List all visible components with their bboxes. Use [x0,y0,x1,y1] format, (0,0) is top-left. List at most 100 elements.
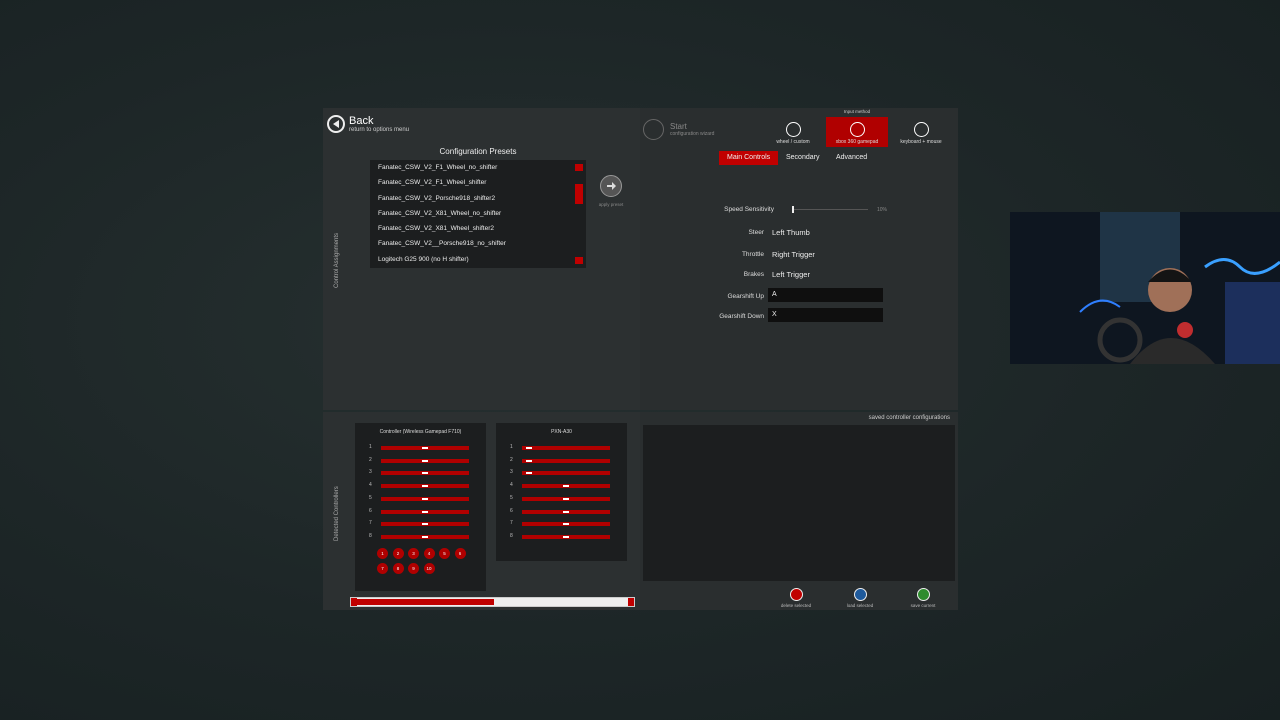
input-gamepad-button[interactable]: xbox 360 gamepad [826,117,888,147]
steer-label: Steer [748,229,764,236]
axis-bar [381,509,469,514]
axis-number: 2 [369,456,372,463]
axis-bar [522,522,610,527]
presets-scrollbar[interactable] [575,164,583,264]
axis-bar [381,471,469,476]
controller-button-indicator: 7 [377,563,388,574]
gearshift-up-field[interactable]: A [768,288,883,302]
delete-icon [789,588,803,601]
list-item[interactable]: Fanatec_CSW_V2__Porsche918_no_shifter [370,236,586,251]
axis-level-marker [563,485,569,488]
detected-controllers-label: Detected Controllers [334,486,340,541]
input-method-label: Input method [843,109,871,114]
controller-button-indicator: 1 [377,548,388,559]
tab-advanced[interactable]: Advanced [828,151,875,165]
saved-configs-title: saved controller configurations [868,415,950,421]
apply-arrow-icon[interactable] [600,175,622,197]
axis-number: 4 [369,482,372,489]
gearshift-up-label: Gearshift Up [727,293,765,300]
axis-number: 3 [510,469,513,476]
axis-number: 1 [369,444,372,450]
gearshift-down-field[interactable]: X [768,308,883,322]
axis-level-marker [563,523,569,526]
save-icon [916,588,930,601]
control-assignments-label: Control Assignments [334,232,340,288]
axis-bar [522,496,610,501]
list-item[interactable]: Logitech G25 900 (no H shifter) [370,252,586,267]
controller-button-indicator: 5 [439,548,450,559]
list-item[interactable]: Fanatec_CSW_V2_F1_Wheel_shifter [370,175,586,190]
speed-sensitivity-slider[interactable] [792,206,868,213]
saved-configs-list[interactable] [643,425,955,581]
controller-button-indicator: 9 [408,563,419,574]
list-item[interactable]: Fanatec_CSW_V2_F1_Wheel_no_shifter [370,160,586,175]
axis-number: 5 [510,494,513,501]
axis-bar [381,484,469,489]
axis-number: 6 [369,507,372,514]
scroll-thumb[interactable] [575,184,583,204]
axis-number: 5 [369,494,372,501]
steer-value[interactable]: Left Thumb [772,228,810,237]
axis-level-marker [422,535,428,538]
axis-number: 8 [510,532,513,539]
load-selected-button[interactable]: load selected [835,588,885,608]
axis-level-marker [526,459,532,462]
progress-bar-right-cap [628,598,634,606]
slider-thumb[interactable] [792,206,794,213]
brakes-label: Brakes [743,271,764,278]
axis-level-marker [422,472,428,475]
axis-level-marker [422,510,428,513]
back-arrow-icon[interactable] [327,115,345,133]
axis-bar [381,458,469,463]
save-current-button[interactable]: save current [898,588,948,608]
input-wheel-button[interactable]: wheel / custom [762,117,824,147]
axis-number: 6 [510,507,513,514]
axis-bar [381,534,469,539]
axis-bar [522,471,610,476]
controller-card: PXN-A30 [496,423,627,561]
axis-bar [522,484,610,489]
controller-button-indicator: 3 [408,548,419,559]
axis-level-marker [422,485,428,488]
axis-bar [522,534,610,539]
list-item[interactable]: Fanatec_CSW_V2_X81_Wheel_no_shifter [370,206,586,221]
axis-level-marker [563,535,569,538]
axis-bar [522,458,610,463]
brakes-value[interactable]: Left Trigger [772,270,810,279]
list-item[interactable]: Fanatec_CSW_V2_X81_Wheel_shifter2 [370,221,586,236]
speed-sensitivity-label: Speed Sensitivity [724,206,774,213]
axis-number: 4 [510,482,513,489]
back-button[interactable]: Back [349,115,373,127]
axis-bar [522,446,610,450]
axis-number: 7 [510,520,513,527]
axis-bar [381,446,469,450]
tab-main-controls[interactable]: Main Controls [719,151,779,165]
back-subtitle: return to options menu [349,127,410,133]
presets-list: Fanatec_CSW_V2_F1_Wheel_no_shifter Fanat… [370,160,586,268]
axis-number: 1 [510,444,513,450]
progress-bar-fill [357,599,494,605]
input-keyboard-button[interactable]: keyboard + mouse [890,117,952,147]
controller-button-indicator: 2 [392,548,404,559]
controller-button-indicator: 6 [454,548,466,559]
delete-selected-button[interactable]: delete selected [771,588,821,608]
controller-button-indicator: 10 [423,563,435,574]
scroll-down-arrow-icon[interactable] [575,257,583,264]
axis-number: 2 [510,456,513,463]
axis-level-marker [422,447,428,449]
apply-preset-label: apply preset [598,202,624,207]
list-item[interactable]: Fanatec_CSW_V2_Porsche918_shifter2 [370,191,586,206]
throttle-label: Throttle [741,251,764,258]
tab-secondary[interactable]: Secondary [778,151,827,165]
start-wizard-button[interactable]: Start [670,122,687,131]
wizard-icon[interactable] [643,119,664,140]
load-icon [853,588,867,601]
axis-number: 7 [369,520,372,527]
webcam-person-image [1010,212,1280,364]
progress-bar [350,597,635,607]
axis-level-marker [526,447,532,449]
gearshift-down-label: Gearshift Down [719,313,764,320]
axis-level-marker [422,497,428,500]
scroll-up-arrow-icon[interactable] [575,164,583,171]
throttle-value[interactable]: Right Trigger [772,250,815,259]
